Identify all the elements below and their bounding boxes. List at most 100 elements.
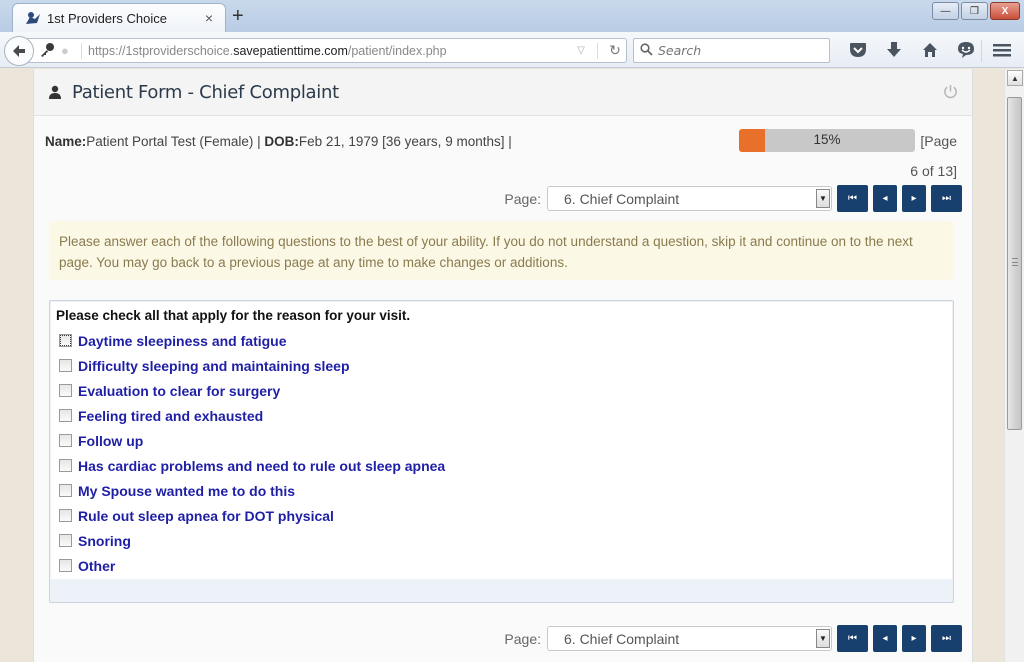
next-page-icon: ▸ (911, 193, 917, 204)
minimize-button[interactable]: — (932, 2, 959, 20)
page-select[interactable]: 6. Chief Complaint ▼ (547, 186, 832, 211)
hello-chat-icon[interactable] (948, 38, 984, 62)
option-label[interactable]: Difficulty sleeping and maintaining slee… (78, 358, 350, 374)
reason-option[interactable]: Difficulty sleeping and maintaining slee… (56, 353, 947, 378)
browser-tab[interactable]: 1st Providers Choice × (12, 3, 226, 32)
restore-button[interactable]: ❐ (961, 2, 988, 20)
prev-page-button[interactable]: ◂ (873, 625, 897, 652)
first-page-button[interactable]: ⏮ (837, 625, 868, 652)
page-title: Patient Form - Chief Complaint (72, 81, 339, 103)
chevron-down-icon[interactable]: ▼ (816, 189, 830, 208)
scrollbar-thumb[interactable] (1007, 97, 1022, 430)
option-label[interactable]: Feeling tired and exhausted (78, 408, 263, 424)
next-page-button[interactable]: ▸ (902, 185, 926, 212)
download-icon[interactable] (876, 38, 912, 62)
first-page-icon: ⏮ (848, 633, 857, 644)
checkbox[interactable] (59, 409, 72, 422)
pager-bottom: Page: 6. Chief Complaint ▼ ⏮ ◂ ▸ ⏭ (504, 625, 962, 652)
url-text[interactable]: https://1stproviderschoice.savepatientti… (88, 44, 571, 58)
chevron-down-icon[interactable]: ▼ (816, 629, 830, 648)
option-label[interactable]: Other (78, 558, 115, 574)
instructions-box: Please answer each of the following ques… (49, 221, 953, 280)
first-page-button[interactable]: ⏮ (837, 185, 868, 212)
option-label[interactable]: My Spouse wanted me to do this (78, 483, 295, 499)
scroll-up-arrow-icon[interactable]: ▲ (1007, 70, 1023, 86)
back-button[interactable] (4, 36, 34, 66)
checkbox[interactable] (59, 384, 72, 397)
last-page-button[interactable]: ⏭ (931, 625, 962, 652)
vertical-scrollbar[interactable]: ▲ (1004, 69, 1024, 662)
hamburger-menu-icon[interactable] (988, 38, 1016, 62)
toolbar-separator (981, 40, 982, 62)
browser-navbar: ● https://1stproviderschoice.savepatient… (0, 32, 1024, 68)
tab-close-icon[interactable]: × (199, 10, 219, 26)
option-label[interactable]: Snoring (78, 533, 131, 549)
url-dropdown-icon[interactable]: ▽ (571, 45, 591, 56)
last-page-button[interactable]: ⏭ (931, 185, 962, 212)
reason-option[interactable]: Rule out sleep apnea for DOT physical (56, 503, 947, 528)
progress-bar: 15% (739, 129, 915, 152)
key-icon[interactable] (39, 42, 57, 60)
dob-label: DOB: (264, 134, 299, 149)
next-page-icon: ▸ (911, 633, 917, 644)
reason-option[interactable]: Daytime sleepiness and fatigue (56, 328, 947, 353)
checkbox[interactable] (59, 534, 72, 547)
browser-titlebar: 1st Providers Choice × + — ❐ X (0, 0, 1024, 32)
site-identity-icon[interactable]: ● (61, 43, 77, 59)
logout-power-icon[interactable] (943, 84, 958, 104)
reason-option[interactable]: Has cardiac problems and need to rule ou… (56, 453, 947, 478)
prev-page-icon: ◂ (882, 193, 888, 204)
page-indicator-count: 6 of 13] (910, 163, 957, 179)
reload-icon[interactable]: ↻ (604, 42, 626, 59)
user-icon (49, 85, 61, 99)
option-label[interactable]: Has cardiac problems and need to rule ou… (78, 458, 445, 474)
name-value: Patient Portal Test (Female) | (86, 134, 265, 149)
last-page-icon: ⏭ (942, 633, 951, 644)
reason-option[interactable]: Follow up (56, 428, 947, 453)
patient-info: Name:Patient Portal Test (Female) | DOB:… (45, 134, 512, 149)
checkbox[interactable] (59, 484, 72, 497)
question-box: Please check all that apply for the reas… (49, 300, 954, 603)
reason-option[interactable]: Snoring (56, 528, 947, 553)
reason-option[interactable]: Other (56, 553, 947, 578)
question-content: Please check all that apply for the reas… (51, 302, 952, 579)
scroll-grip-icon (1012, 258, 1018, 266)
tab-title: 1st Providers Choice (47, 10, 167, 26)
option-label[interactable]: Rule out sleep apnea for DOT physical (78, 508, 334, 524)
page-select[interactable]: 6. Chief Complaint ▼ (547, 626, 832, 651)
search-bar[interactable] (633, 38, 830, 63)
checkbox[interactable] (59, 509, 72, 522)
page-select-value: 6. Chief Complaint (564, 630, 680, 647)
home-icon[interactable] (912, 38, 948, 62)
new-tab-button[interactable]: + (232, 6, 244, 26)
checkbox[interactable] (59, 559, 72, 572)
checkbox[interactable] (59, 459, 72, 472)
search-icon (640, 42, 653, 59)
page-select-label: Page: (504, 630, 541, 647)
checkbox[interactable] (59, 334, 72, 347)
first-page-icon: ⏮ (848, 193, 857, 204)
url-bar[interactable]: ● https://1stproviderschoice.savepatient… (22, 38, 627, 63)
close-window-button[interactable]: X (990, 2, 1020, 20)
reason-option[interactable]: Feeling tired and exhausted (56, 403, 947, 428)
checkbox[interactable] (59, 434, 72, 447)
search-input[interactable] (658, 43, 818, 58)
option-label[interactable]: Daytime sleepiness and fatigue (78, 333, 287, 349)
reason-option[interactable]: My Spouse wanted me to do this (56, 478, 947, 503)
toolbar-icons (840, 38, 984, 62)
prev-page-button[interactable]: ◂ (873, 185, 897, 212)
site-favicon-icon (26, 12, 40, 24)
option-label[interactable]: Follow up (78, 433, 143, 449)
reason-option[interactable]: Evaluation to clear for surgery (56, 378, 947, 403)
url-prefix: https://1stproviderschoice. (88, 43, 234, 58)
pocket-icon[interactable] (840, 38, 876, 62)
panel-header: Patient Form - Chief Complaint (34, 69, 972, 116)
checkbox[interactable] (59, 359, 72, 372)
patient-form-panel: Patient Form - Chief Complaint Name:Pati… (33, 69, 973, 662)
question-title: Please check all that apply for the reas… (56, 308, 411, 323)
options-list: Daytime sleepiness and fatigue Difficulty… (56, 328, 947, 578)
option-label[interactable]: Evaluation to clear for surgery (78, 383, 280, 399)
url-domain: savepatienttime.com (233, 43, 348, 58)
window-controls: — ❐ X (932, 2, 1020, 20)
next-page-button[interactable]: ▸ (902, 625, 926, 652)
